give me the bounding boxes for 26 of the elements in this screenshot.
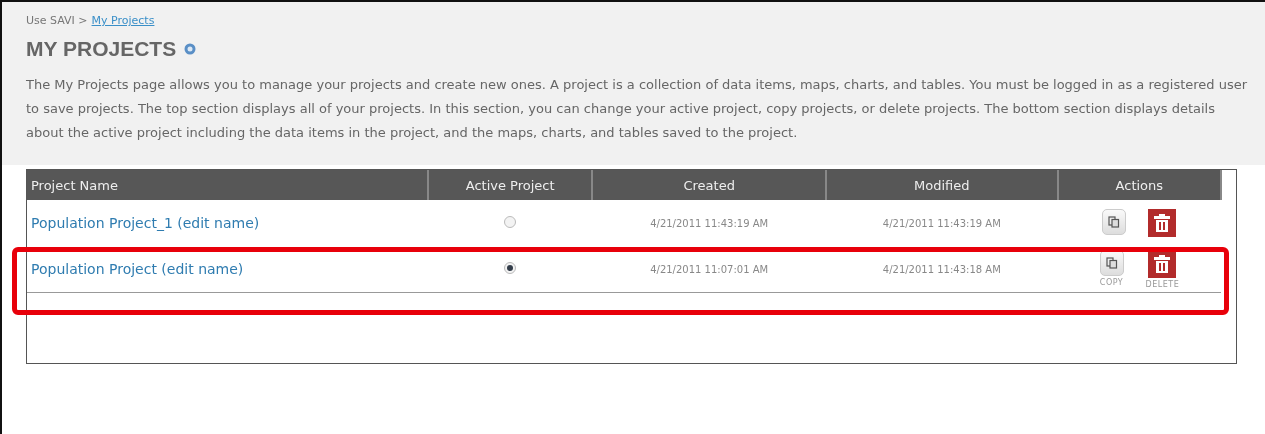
column-header: Modified [825, 170, 1058, 200]
copy-icon [1108, 216, 1121, 228]
created-cell: 4/21/2011 11:07:01 AM [592, 246, 826, 293]
page-description: The My Projects page allows you to manage your projects and create new ones. A project is a collection of data items, maps, charts, and tables. You must be logged in as a registered user to save projects. The top section displays all of your projects. In this section, you can change your active project, copy projects, or delete projects. The bottom section displays details about the active project including the data items in the project, and the maps, charts, and tables saved to the project. [26, 76, 1249, 142]
active-project-radio[interactable] [504, 262, 517, 274]
created-cell: 4/21/2011 11:43:19 AM [592, 200, 826, 246]
help-icon[interactable] [184, 43, 197, 55]
breadcrumb-link[interactable]: My Projects [91, 14, 155, 27]
project-name-link[interactable]: Population Project_1 (edit name) [31, 215, 260, 231]
page-title: MY PROJECTS [26, 37, 177, 61]
delete-label: DELETE [1145, 279, 1180, 289]
project-name-link[interactable]: Population Project (edit name) [31, 261, 244, 277]
breadcrumb-root: Use SAVI > [26, 14, 88, 27]
column-header: Actions [1057, 170, 1221, 200]
copy-label: COPY [1099, 277, 1124, 287]
modified-cell: 4/21/2011 11:43:18 AM [825, 246, 1058, 293]
trash-icon [1153, 253, 1172, 274]
modified-cell: 4/21/2011 11:43:19 AM [825, 200, 1058, 246]
column-header: Created [592, 170, 826, 200]
copy-icon [1105, 256, 1118, 269]
column-header: Active Project [427, 170, 593, 200]
delete-button[interactable] [1148, 209, 1177, 237]
active-project-radio[interactable] [504, 216, 517, 228]
trash-icon [1153, 213, 1172, 233]
column-header: Project Name [27, 170, 428, 200]
copy-button[interactable] [1102, 209, 1127, 235]
